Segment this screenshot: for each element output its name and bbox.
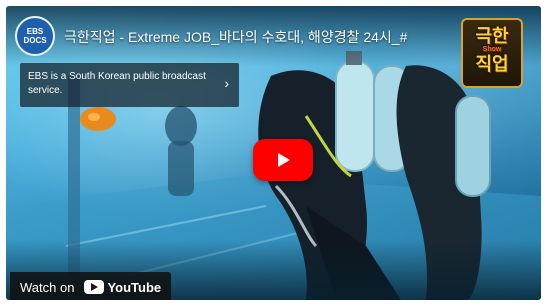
play-button[interactable] xyxy=(253,139,313,181)
youtube-play-icon xyxy=(84,280,105,294)
show-logo-line1: 극한 xyxy=(475,26,509,46)
youtube-logo: YouTube xyxy=(84,280,161,295)
channel-logo-text-bottom: DOCS xyxy=(23,36,47,45)
video-player[interactable]: EBS DOCS 극한직업 - Extreme JOB_바다의 수호대, 해양경… xyxy=(6,6,541,300)
info-card-text: EBS is a South Korean public broadcast s… xyxy=(28,71,206,96)
info-card[interactable]: EBS is a South Korean public broadcast s… xyxy=(20,63,239,107)
channel-logo-text-top: EBS xyxy=(26,27,44,36)
chevron-right-icon: › xyxy=(224,75,229,91)
video-title[interactable]: 극한직업 - Extreme JOB_바다의 수호대, 해양경찰 24시_# xyxy=(64,27,464,47)
show-logo-badge: 극한 Show 직업 xyxy=(461,18,523,88)
channel-avatar[interactable]: EBS DOCS xyxy=(15,16,55,56)
show-logo-line2: 직업 xyxy=(475,54,509,74)
play-icon xyxy=(278,153,290,167)
youtube-wordmark: YouTube xyxy=(107,279,162,295)
show-logo-tag: Show xyxy=(482,46,502,53)
watch-on-youtube-button[interactable]: Watch on YouTube xyxy=(10,272,172,300)
watch-on-label: Watch on xyxy=(20,279,75,295)
